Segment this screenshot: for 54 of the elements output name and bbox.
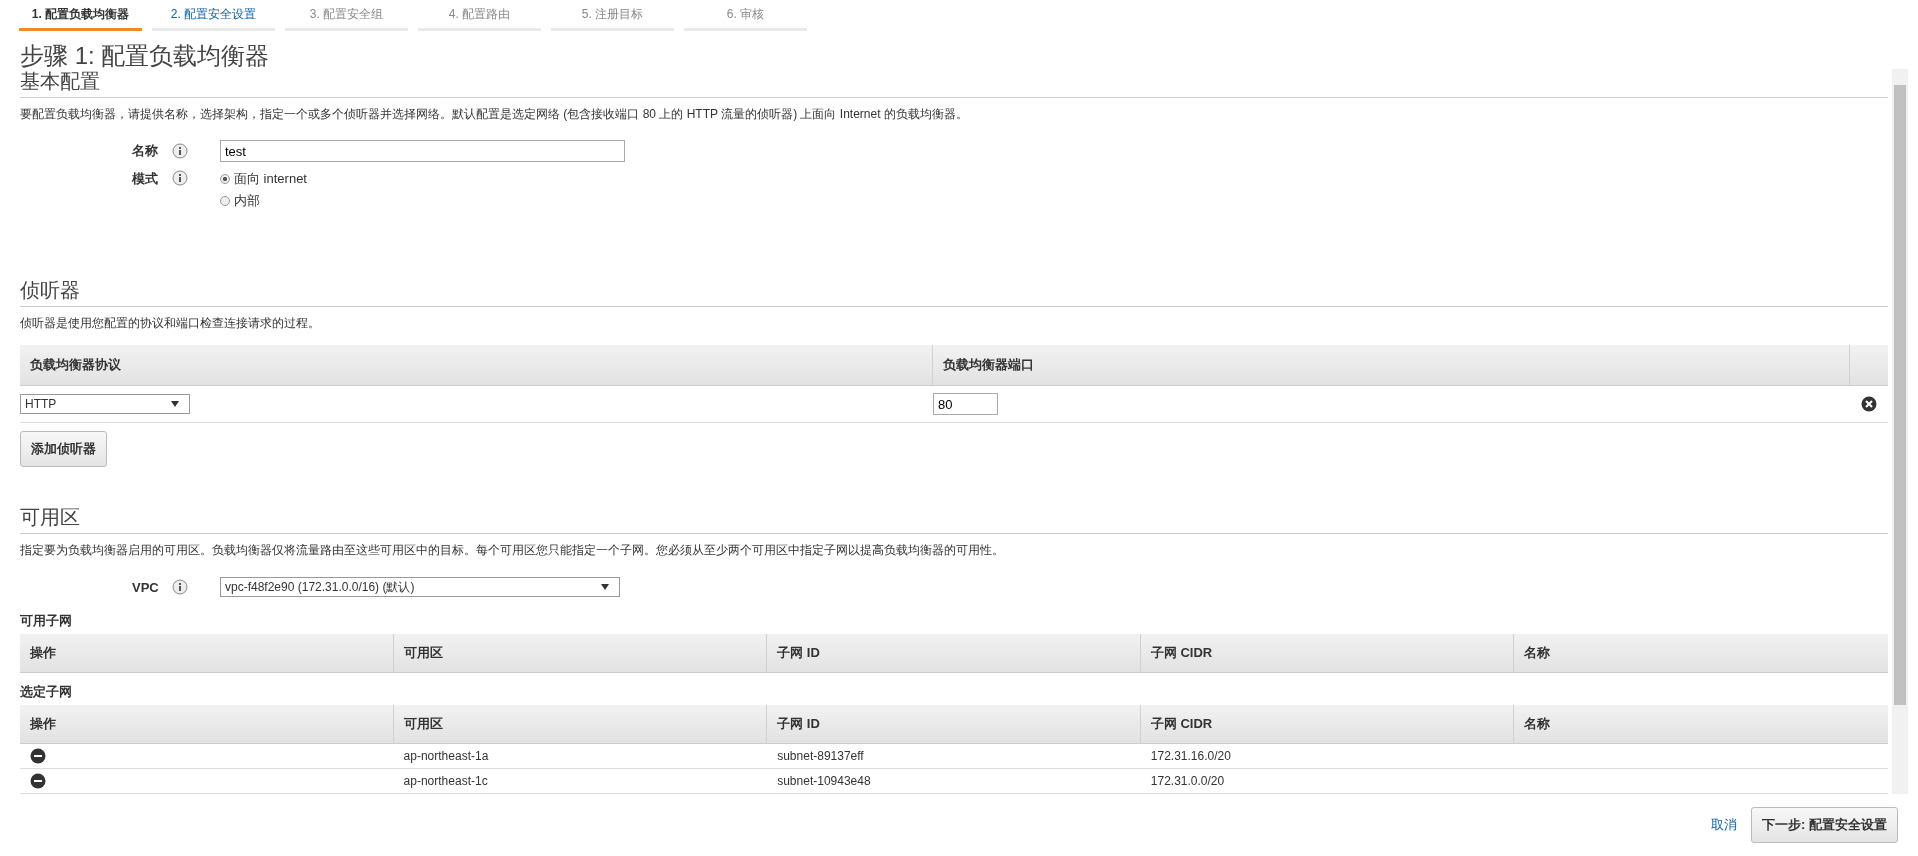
section-description: 侦听器是使用您配置的协议和端口检查连接请求的过程。 [20, 315, 321, 331]
step-tab[interactable]: 6. 审核 [684, 0, 807, 31]
field-label: VPC [132, 579, 160, 595]
info-icon[interactable] [172, 579, 188, 595]
column-header: 名称 [1523, 715, 1552, 733]
port-input[interactable]: 80 [933, 393, 998, 415]
section-description: 指定要为负载均衡器启用的可用区。负载均衡器仅将流量路由至这些可用区中的目标。每个可用区您只能指定一个子网。您必须从至少两个可用区中指定子网以提高负载均衡器的可用性。 [20, 542, 1005, 558]
table-cell-text: ap-northeast-1c [402, 774, 489, 788]
step-tab[interactable]: 4. 配置路由 [418, 0, 541, 31]
column-header: 子网 ID [767, 705, 1141, 743]
column-header: 可用区 [393, 634, 768, 672]
table-cell-text: subnet-89137eff [776, 749, 865, 763]
column-header: 名称 [1523, 644, 1552, 662]
section-heading: 侦听器 [20, 278, 1888, 307]
step-tab[interactable]: 2. 配置安全设置 [152, 0, 275, 31]
step-tab[interactable]: 3. 配置安全组 [285, 0, 408, 31]
field-label: 模式 [132, 170, 159, 188]
step-tab[interactable]: 5. 注册目标 [551, 0, 674, 31]
column-header: 子网 CIDR [1140, 705, 1515, 743]
add-listener-button[interactable]: 添加侦听器 [20, 431, 107, 467]
scheme-radio[interactable]: 面向 internet [220, 170, 307, 188]
name-input[interactable]: test [220, 140, 625, 162]
table-cell-text: subnet-10943e48 [776, 774, 872, 788]
page-title: 步骤 1: 配置负载均衡器 [20, 43, 271, 69]
caret-icon [171, 401, 179, 407]
vpc-select[interactable]: vpc-f48f2e90 (172.31.0.0/16) (默认) [220, 577, 620, 597]
scrollbar[interactable] [1892, 69, 1908, 794]
scheme-radio[interactable]: 内部 [220, 192, 307, 210]
info-icon[interactable] [172, 170, 188, 186]
remove-icon[interactable] [1861, 396, 1877, 412]
column-header: 负载均衡器端口 [933, 345, 1850, 385]
column-header: 操作 [20, 634, 394, 672]
caret-icon [601, 584, 609, 590]
info-icon[interactable] [172, 143, 188, 159]
step-tab[interactable]: 1. 配置负载均衡器 [19, 0, 142, 31]
section-heading: 基本配置 [20, 69, 1888, 98]
cancel-link[interactable]: 取消 [1711, 816, 1738, 834]
column-header: 子网 ID [767, 634, 1141, 672]
column-header: 操作 [20, 705, 394, 743]
table-title: 可用子网 [20, 612, 73, 630]
table-title: 选定子网 [20, 683, 73, 701]
column-header: 负载均衡器协议 [20, 345, 933, 385]
remove-icon[interactable] [30, 748, 46, 764]
next-button[interactable]: 下一步: 配置安全设置 [1751, 807, 1898, 843]
remove-icon[interactable] [30, 773, 46, 789]
field-label: 名称 [132, 142, 159, 160]
section-heading: 可用区 [20, 505, 1888, 534]
section-description: 要配置负载均衡器，请提供名称，选择架构，指定一个或多个侦听器并选择网络。默认配置是选定网络 (包含接收端口 80 上的 HTTP 流量的侦听器) 上面向 Internet 的负载均衡器。 [20, 106, 969, 122]
table-cell-text: 172.31.16.0/20 [1149, 749, 1232, 763]
column-header: 子网 CIDR [1140, 634, 1515, 672]
table-cell-text: 172.31.0.0/20 [1149, 774, 1226, 788]
protocol-select[interactable]: HTTP [20, 394, 190, 414]
table-cell-text: ap-northeast-1a [402, 749, 490, 763]
column-header: 可用区 [393, 705, 768, 743]
